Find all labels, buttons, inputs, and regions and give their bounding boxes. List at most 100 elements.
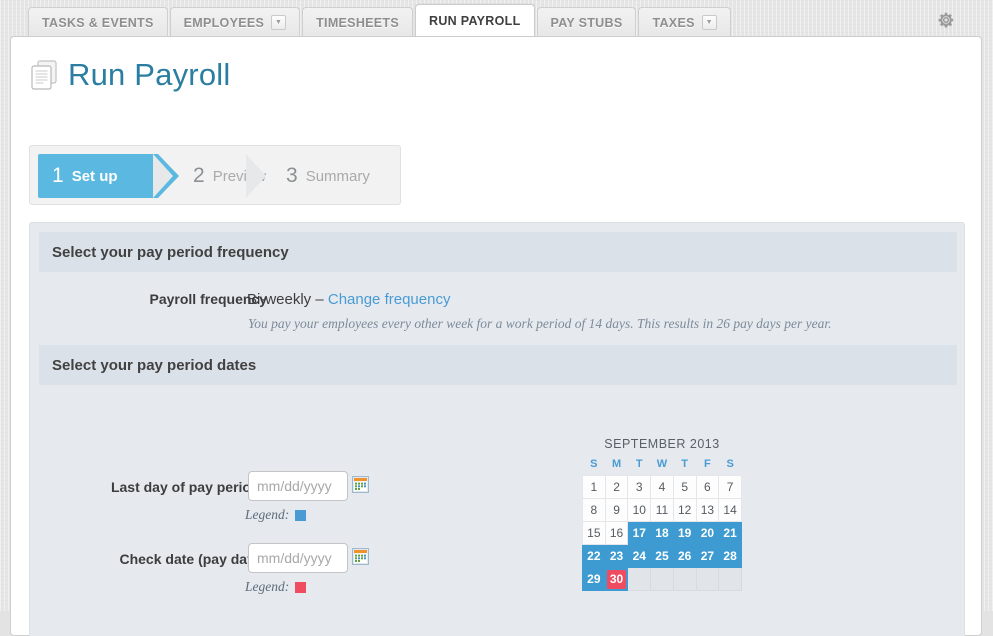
- calendar-day[interactable]: 8: [582, 498, 606, 522]
- check-date-input[interactable]: [248, 543, 348, 573]
- calendar-weekday-row: SMTWTFS: [583, 458, 742, 476]
- top-tab-bar: TASKS & EVENTS EMPLOYEES ▼ TIMESHEETS RUN PA…: [0, 0, 993, 37]
- tab-label: PAY STUBS: [550, 15, 623, 30]
- chevron-down-icon[interactable]: ▼: [701, 15, 717, 30]
- calendar-day[interactable]: 12: [672, 498, 697, 522]
- calendar-day-in-pay-period[interactable]: 19: [672, 521, 697, 545]
- legend-label: Legend:: [245, 579, 290, 594]
- calendar-day[interactable]: 13: [695, 498, 720, 522]
- step-number: 1: [52, 164, 64, 187]
- calendar-weekday: T: [635, 458, 643, 470]
- calendar-day-payday[interactable]: 30: [604, 567, 629, 591]
- calendar-day-empty: [650, 567, 674, 591]
- calendar-day[interactable]: 9: [604, 498, 629, 522]
- legend-check-date: Legend:: [245, 579, 307, 595]
- gear-icon[interactable]: [937, 11, 955, 29]
- calendar-day-in-pay-period[interactable]: 24: [627, 544, 652, 568]
- calendar-body: 1 2 3 4 5 6 7 8 9 10 11 12 13 14 15 16 17 18 19 20 21 22 23 24 2…: [582, 475, 742, 591]
- step-label: Summary: [305, 167, 370, 185]
- calendar-weekday: M: [611, 458, 622, 470]
- setup-panel: Select your pay period frequency Payroll…: [29, 222, 965, 636]
- chevron-down-icon[interactable]: ▼: [271, 15, 287, 30]
- payroll-frequency-label: Payroll frequency: [149, 291, 268, 307]
- tab-label: TAXES: [652, 15, 695, 30]
- calendar-day-empty: [718, 567, 742, 591]
- change-frequency-link[interactable]: Change frequency: [328, 291, 451, 308]
- tab-pay-stubs[interactable]: PAY STUBS: [536, 7, 637, 37]
- payroll-frequency-description: You pay your employees every other week …: [248, 316, 832, 331]
- calendar-weekday: F: [704, 458, 711, 470]
- last-day-of-pay-period-label: Last day of pay period*: [75, 479, 265, 495]
- frequency-value-text: Bi-weekly –: [247, 291, 328, 308]
- legend-swatch: [295, 509, 307, 521]
- wizard-steps: 1 Set up 2 Preview 3 Summary: [29, 145, 401, 205]
- calendar-weekday: W: [656, 458, 668, 470]
- calendar-week-row: 1234567: [582, 475, 742, 499]
- last-day-of-pay-period-input[interactable]: [248, 471, 348, 501]
- calendar-day-in-pay-period[interactable]: 25: [650, 544, 674, 568]
- payroll-frequency-value: Bi-weekly – Change frequency: [247, 291, 450, 308]
- calendar-day[interactable]: 3: [627, 475, 652, 499]
- calendar-day-in-pay-period[interactable]: 21: [718, 521, 742, 545]
- calendar-day[interactable]: 7: [718, 475, 742, 499]
- calendar-day[interactable]: 15: [582, 521, 606, 545]
- pay-period-calendar: SEPTEMBER 2013 SMTWTFS 1 2 3 4 5 6 7 8 9 10 11 12 13…: [582, 437, 742, 591]
- calendar-picker-icon[interactable]: [352, 548, 369, 565]
- field-label-text: Check date (pay day): [119, 551, 260, 567]
- calendar-weekday: T: [681, 458, 689, 470]
- calendar-day-in-pay-period[interactable]: 23: [604, 544, 629, 568]
- legend-swatch: [295, 581, 307, 593]
- calendar-day[interactable]: 11: [650, 498, 674, 522]
- wizard-step-set-up[interactable]: 1 Set up: [38, 154, 179, 198]
- tab-employees[interactable]: EMPLOYEES ▼: [169, 7, 301, 37]
- field-label-text: Last day of pay period: [110, 479, 260, 495]
- calendar-week-row: 29 30: [582, 567, 742, 591]
- section-header-frequency: Select your pay period frequency: [39, 232, 957, 272]
- check-date-label: Check date (pay day)*: [75, 551, 265, 567]
- calendar-day[interactable]: 10: [627, 498, 652, 522]
- calendar-day[interactable]: 16: [604, 521, 629, 545]
- step-chevron-separator: [153, 154, 173, 198]
- calendar-day-in-pay-period[interactable]: 29: [582, 567, 606, 591]
- calendar-grid: SMTWTFS 1 2 3 4 5 6 7 8 9 10 11 12 13 14 15 16 17 18 19 20 2…: [582, 458, 742, 591]
- documents-icon: [29, 59, 59, 91]
- calendar-weekday: S: [726, 458, 734, 470]
- step-number: 3: [286, 164, 298, 187]
- calendar-day-in-pay-period[interactable]: 20: [695, 521, 720, 545]
- calendar-day-in-pay-period[interactable]: 26: [672, 544, 697, 568]
- step-label: Set up: [71, 167, 118, 185]
- payday-marker: 30: [606, 569, 627, 589]
- main-content-card: Run Payroll 1 Set up 2 Preview 3 Summary Sele…: [10, 36, 982, 636]
- wizard-step-summary[interactable]: 3 Summary: [268, 154, 370, 198]
- calendar-day-in-pay-period[interactable]: 28: [718, 544, 742, 568]
- calendar-day[interactable]: 4: [650, 475, 674, 499]
- legend-last-day: Legend:: [245, 507, 307, 523]
- page-title-row: Run Payroll: [29, 57, 230, 93]
- calendar-weekday: S: [590, 458, 598, 470]
- tab-taxes[interactable]: TAXES ▼: [638, 7, 731, 37]
- calendar-picker-icon[interactable]: [352, 476, 369, 493]
- calendar-day-in-pay-period[interactable]: 27: [695, 544, 720, 568]
- tab-list: TASKS & EVENTS EMPLOYEES ▼ TIMESHEETS RUN PA…: [28, 0, 733, 37]
- calendar-day-empty: [672, 567, 697, 591]
- calendar-day[interactable]: 5: [672, 475, 697, 499]
- tab-tasks-events[interactable]: TASKS & EVENTS: [28, 7, 168, 37]
- calendar-week-row: 22 23 24 25 26 27 28: [582, 544, 742, 568]
- calendar-day-in-pay-period[interactable]: 18: [650, 521, 674, 545]
- tab-label: EMPLOYEES: [183, 15, 265, 30]
- calendar-day-in-pay-period[interactable]: 17: [627, 521, 652, 545]
- calendar-day-empty: [695, 567, 720, 591]
- tab-label: TIMESHEETS: [316, 15, 399, 30]
- calendar-week-row: 15 16 17 18 19 20 21: [582, 521, 742, 545]
- tab-run-payroll[interactable]: RUN PAYROLL: [415, 4, 535, 37]
- section-header-dates: Select your pay period dates: [39, 345, 957, 385]
- calendar-month-title: SEPTEMBER 2013: [604, 437, 720, 451]
- calendar-day[interactable]: 6: [695, 475, 720, 499]
- tab-label: TASKS & EVENTS: [42, 15, 154, 30]
- calendar-day[interactable]: 14: [718, 498, 742, 522]
- step-chevron-separator: [246, 154, 266, 198]
- calendar-day-in-pay-period[interactable]: 22: [582, 544, 606, 568]
- tab-timesheets[interactable]: TIMESHEETS: [302, 7, 413, 37]
- calendar-day[interactable]: 2: [604, 475, 629, 499]
- calendar-day[interactable]: 1: [582, 475, 606, 499]
